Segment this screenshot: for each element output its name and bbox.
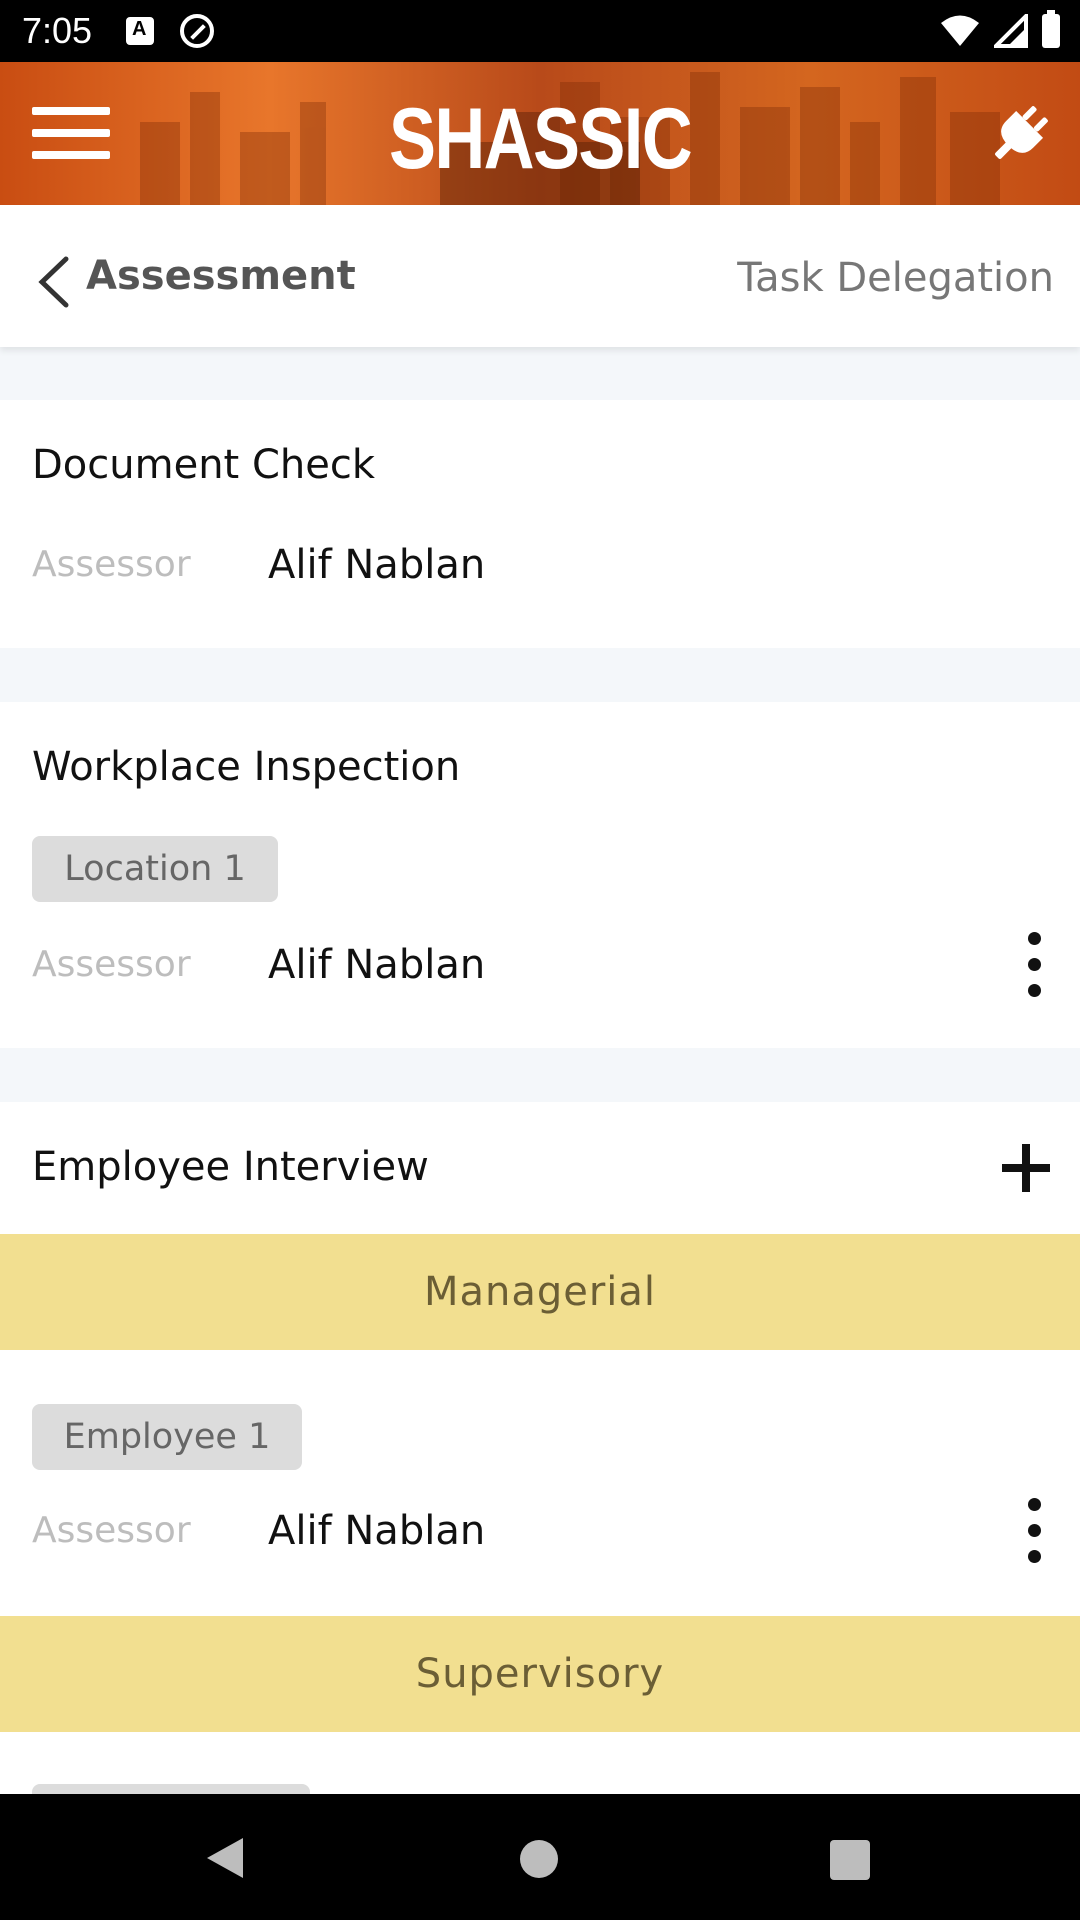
system-navigation-bar xyxy=(0,1794,1080,1920)
more-options-icon[interactable] xyxy=(1028,1498,1042,1564)
system-back-icon[interactable] xyxy=(205,1836,245,1880)
employee-tag: Employee 1 xyxy=(32,1404,302,1470)
assessor-value: Alif Nablan xyxy=(268,942,486,988)
add-icon[interactable] xyxy=(1002,1144,1050,1192)
back-button-label[interactable]: Assessment xyxy=(86,253,356,299)
back-chevron-icon[interactable] xyxy=(36,255,70,309)
battery-icon xyxy=(1042,10,1060,48)
app-header: SHASSIC xyxy=(0,62,1080,205)
sync-notification-icon xyxy=(180,14,214,48)
keyboard-notification-icon xyxy=(126,17,154,45)
assessor-label: Assessor xyxy=(32,944,191,985)
app-title: SHASSIC xyxy=(388,91,693,187)
status-bar: 7:05 xyxy=(0,0,1080,62)
workplace-inspection-card: Workplace Inspection Location 1 Assessor… xyxy=(0,702,1080,1048)
wifi-icon xyxy=(941,15,979,46)
assessor-value: Alif Nablan xyxy=(268,542,486,588)
nav-bar: Assessment Task Delegation xyxy=(0,205,1080,347)
section-header-supervisory: Supervisory xyxy=(0,1616,1080,1732)
system-home-icon[interactable] xyxy=(520,1840,558,1878)
employee-interview-card: Employee Interview Managerial Employee 1… xyxy=(0,1102,1080,1794)
location-tag: Location 1 xyxy=(32,836,278,902)
tab-task-delegation[interactable]: Task Delegation xyxy=(737,255,1054,301)
document-check-card: Document Check Assessor Alif Nablan xyxy=(0,400,1080,648)
employee-tag-partial xyxy=(32,1784,310,1794)
more-options-icon[interactable] xyxy=(1028,932,1042,998)
card-title: Employee Interview xyxy=(32,1144,429,1190)
card-title: Workplace Inspection xyxy=(32,744,461,790)
section-header-managerial: Managerial xyxy=(0,1234,1080,1350)
status-time: 7:05 xyxy=(22,10,93,51)
card-title: Document Check xyxy=(32,442,375,488)
assessor-label: Assessor xyxy=(32,544,191,585)
plug-icon[interactable] xyxy=(984,100,1054,170)
signal-icon xyxy=(994,14,1028,48)
system-recents-icon[interactable] xyxy=(830,1840,870,1880)
assessor-value: Alif Nablan xyxy=(268,1508,486,1554)
status-icons xyxy=(940,10,1060,50)
assessor-label: Assessor xyxy=(32,1510,191,1551)
